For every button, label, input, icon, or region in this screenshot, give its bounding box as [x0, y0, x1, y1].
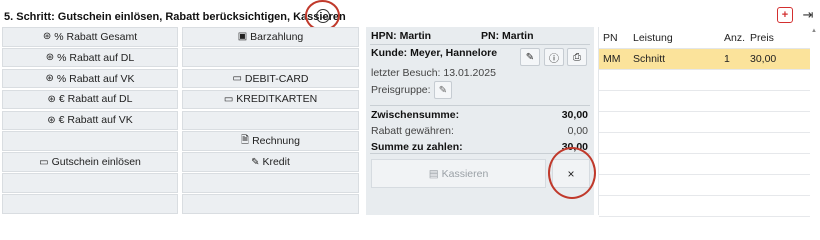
column-header[interactable]: PN — [599, 32, 629, 44]
grid-button-rabatt-auf-vk[interactable]: ⊛ € Rabatt auf VK — [2, 110, 178, 131]
grid-button-label: Kredit — [262, 156, 290, 169]
table-row-empty — [599, 70, 810, 91]
payment-icon: ▭ — [223, 93, 234, 105]
table-cell-leistung: Schnitt — [633, 53, 666, 65]
grid-button-gutschein-einlösen[interactable]: ▭ Gutschein einlösen — [2, 152, 178, 172]
payment-icon: ▣ — [237, 31, 248, 43]
scroll-up-icon[interactable]: ▲ — [811, 28, 817, 34]
column-header[interactable]: Leistung — [629, 32, 720, 44]
grid-button-label: % Rabatt auf VK — [56, 72, 135, 85]
payment-icon: ▭ — [39, 156, 49, 168]
step-title: 5. Schritt: Gutschein einlösen, Rabatt b… — [4, 11, 346, 23]
price-group: Preisgruppe: D — [371, 84, 442, 96]
discount-icon: ⊛ — [45, 52, 55, 64]
last-visit: letzter Besuch: 13.01.2025 — [371, 67, 496, 79]
grid-button-empty[interactable] — [2, 173, 178, 193]
grid-button-label: Barzahlung — [250, 30, 304, 43]
discount-icon: ⊛ — [45, 73, 54, 85]
payment-icon: ✎ — [251, 156, 260, 168]
pencil-icon: ✎ — [438, 84, 448, 96]
table-row-empty — [599, 112, 810, 133]
column-header[interactable]: Anz. — [720, 32, 746, 44]
table-cell-anz: 1 — [724, 53, 730, 65]
kassieren-label: Kassieren — [441, 167, 489, 180]
subtotal-value: 30,00 — [561, 109, 588, 121]
discount-icon: ⊛ — [42, 31, 52, 43]
grid-button-barzahlung[interactable]: ▣ Barzahlung — [182, 27, 359, 47]
grid-button-debit-card[interactable]: ▭ DEBIT-CARD — [182, 68, 359, 89]
payment-icon: ▭ — [232, 73, 242, 85]
grid-button-empty[interactable] — [182, 194, 359, 214]
grid-button-empty[interactable] — [182, 173, 359, 193]
table-row-empty — [599, 196, 810, 217]
payment-button-grid: ⊛% Rabatt Gesamt ▣ Barzahlung ⊛% Rabatt auf… — [2, 27, 359, 214]
subtotal-label: Zwischensumme: — [371, 109, 460, 121]
table-row[interactable]: MM Schnitt 1 30,00 — [599, 49, 810, 70]
print-button[interactable]: ⎙ — [567, 48, 587, 66]
payment-icon: 🗎 — [241, 134, 250, 146]
table-row-empty — [599, 154, 810, 175]
print-icon: ⎙ — [573, 51, 581, 63]
discount-icon: ⊛ — [47, 114, 56, 126]
grid-button-empty[interactable] — [2, 194, 178, 214]
grid-button-label: € Rabatt auf VK — [58, 114, 133, 127]
medkit-icon[interactable]: + — [777, 7, 793, 23]
table-header: PN Leistung Anz. Preis — [599, 27, 810, 49]
discount-value: 0,00 — [567, 125, 588, 137]
grid-button-label: % Rabatt auf DL — [57, 51, 135, 64]
total-label: Summe zu zahlen: — [371, 141, 463, 153]
divider — [370, 44, 590, 45]
info-icon: ⓘ — [549, 53, 559, 65]
grid-button-empty[interactable] — [182, 110, 359, 131]
kassieren-button[interactable]: ▤ Kassieren — [371, 159, 546, 188]
grid-button-rabatt-auf-vk[interactable]: ⊛% Rabatt auf VK — [2, 68, 178, 89]
table-cell-preis: 30,00 — [750, 53, 777, 65]
grid-button-label: € Rabatt auf DL — [58, 93, 133, 106]
grid-button-label: KREDITKARTEN — [236, 93, 318, 106]
info-button[interactable]: ⓘ — [544, 48, 564, 66]
discount-icon: ⊛ — [47, 93, 56, 105]
grid-button-rechnung[interactable]: 🗎 Rechnung — [182, 131, 359, 152]
grid-button-empty[interactable] — [2, 131, 178, 152]
service-table: PN Leistung Anz. Preis MM Schnitt 1 30,00 — [598, 27, 810, 217]
table-row-empty — [599, 175, 810, 196]
grid-button-label: DEBIT-CARD — [244, 72, 309, 85]
customer-name: Kunde: Meyer, Hannelore — [371, 47, 498, 59]
grid-button-label: Rechnung — [252, 135, 300, 148]
discount-label: Rabatt gewähren: — [371, 125, 454, 137]
cash-register-icon: ▤ — [428, 167, 439, 180]
table-scrollbar[interactable]: ▲ — [810, 27, 820, 215]
user-edit-icon: ✎ — [525, 51, 535, 63]
pn-label: PN: Martin — [481, 30, 534, 42]
grid-button-rabatt-gesamt[interactable]: ⊛% Rabatt Gesamt — [2, 27, 178, 47]
edit-price-group-button[interactable]: ✎ — [434, 81, 452, 99]
highlight-circle-cancel — [548, 147, 596, 199]
exit-icon[interactable]: ⇥ — [800, 7, 816, 23]
grid-button-rabatt-auf-dl[interactable]: ⊛% Rabatt auf DL — [2, 47, 178, 68]
hpn-label: HPN: Martin — [371, 30, 432, 42]
grid-button-label: % Rabatt Gesamt — [54, 30, 138, 43]
table-row-empty — [599, 91, 810, 112]
grid-button-rabatt-auf-dl[interactable]: ⊛ € Rabatt auf DL — [2, 89, 178, 110]
table-row-empty — [599, 133, 810, 154]
column-header[interactable]: Preis — [746, 32, 806, 44]
grid-button-kreditkarten[interactable]: ▭ KREDITKARTEN — [182, 89, 359, 110]
divider — [370, 105, 590, 106]
table-cell-pn: MM — [603, 53, 621, 65]
grid-button-kredit[interactable]: ✎ Kredit — [182, 152, 359, 172]
edit-customer-button[interactable]: ✎ — [520, 48, 540, 66]
grid-button-empty[interactable] — [182, 47, 359, 68]
grid-button-label: Gutschein einlösen — [51, 156, 141, 169]
